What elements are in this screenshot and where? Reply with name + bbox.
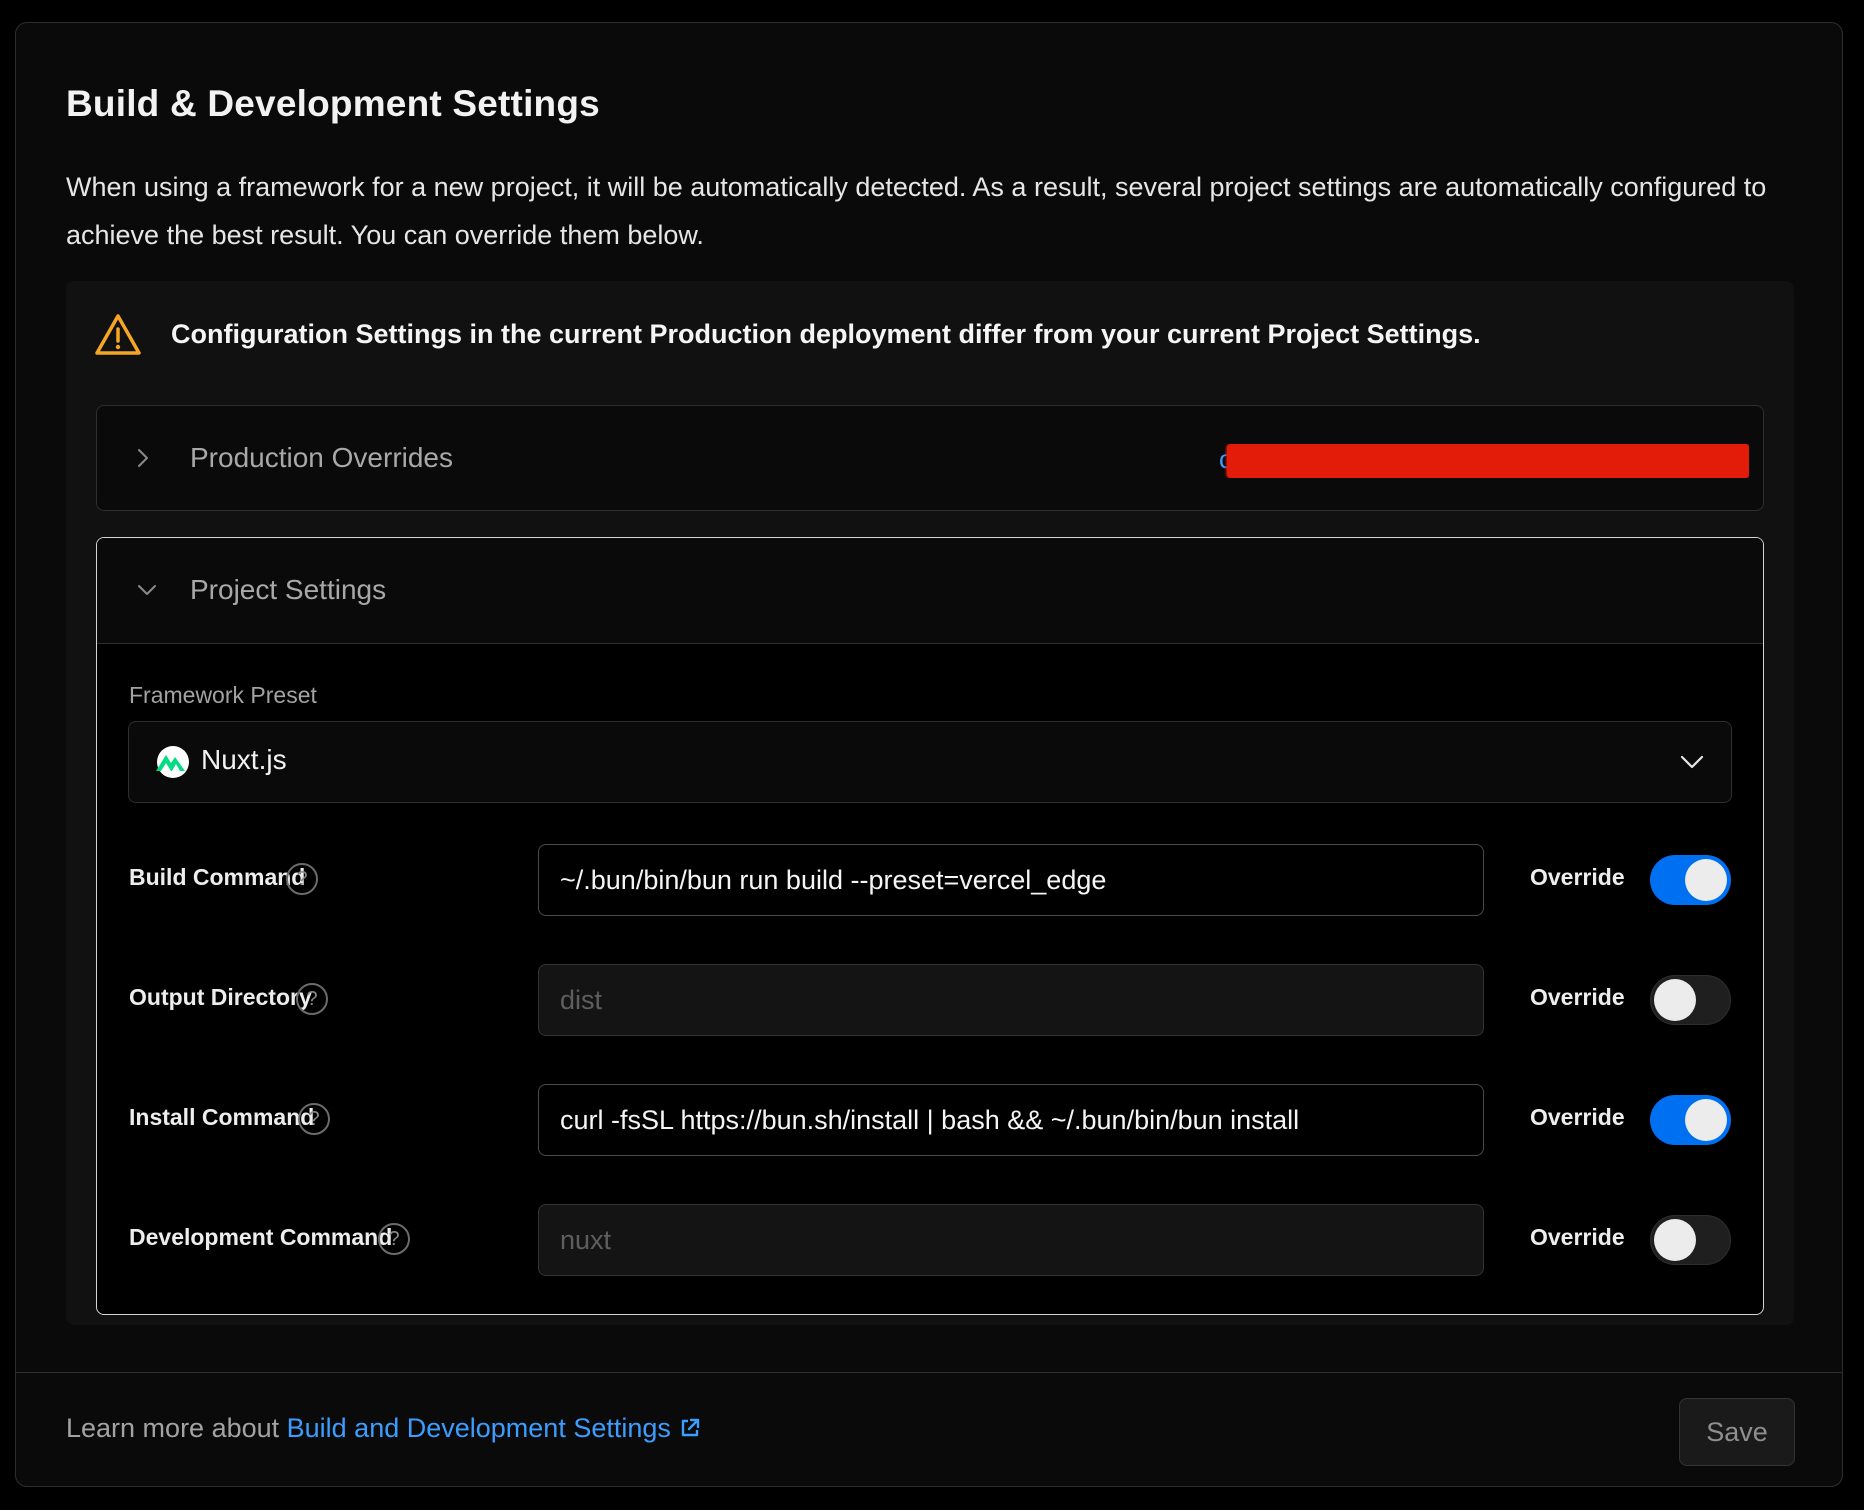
help-icon[interactable]: ? [296, 983, 328, 1015]
override-label: Override [1530, 984, 1625, 1010]
help-icon[interactable]: ? [298, 1103, 330, 1135]
toggle-knob [1685, 1099, 1727, 1141]
project-settings-accordion: Project Settings Framework Preset Nuxt.j… [96, 537, 1764, 1315]
warning-message: Configuration Settings in the current Pr… [171, 319, 1481, 349]
build-command-override-toggle[interactable] [1650, 855, 1731, 905]
chevron-down-icon [138, 585, 156, 595]
install-command-override-toggle[interactable] [1650, 1095, 1731, 1145]
toggle-knob [1654, 979, 1696, 1021]
install-command-row: Install Command ? curl -fsSL https://bun… [97, 1084, 1763, 1156]
nuxt-logo-icon [156, 746, 189, 778]
framework-preset-label: Framework Preset [129, 682, 317, 708]
chevron-down-icon [1680, 755, 1704, 769]
build-command-row: Build Command ? ~/.bun/bin/bun run build… [97, 844, 1763, 916]
production-overrides-label: Production Overrides [190, 442, 454, 473]
save-button[interactable]: Save [1679, 1398, 1795, 1466]
settings-panel: Configuration Settings in the current Pr… [66, 281, 1794, 1325]
page-title: Build & Development Settings [66, 83, 600, 124]
output-directory-row: Output Directory ? dist Override [97, 964, 1763, 1036]
production-overrides-accordion[interactable]: Production Overrides c [96, 405, 1764, 511]
framework-preset-value: Nuxt.js [201, 744, 287, 775]
development-command-row: Development Command ? nuxt Override [97, 1204, 1763, 1276]
help-icon[interactable]: ? [286, 863, 318, 895]
docs-link[interactable]: Build and Development Settings [287, 1413, 701, 1443]
framework-preset-select[interactable]: Nuxt.js [128, 721, 1732, 803]
override-label: Override [1530, 1224, 1625, 1250]
settings-card: Build & Development Settings When using … [15, 22, 1843, 1487]
project-settings-label: Project Settings [190, 574, 387, 605]
development-command-label: Development Command [129, 1224, 393, 1250]
output-directory-input[interactable]: dist [538, 964, 1484, 1036]
toggle-knob [1654, 1219, 1696, 1261]
docs-link-text: Build and Development Settings [286, 1413, 671, 1443]
redaction-mark [1227, 444, 1749, 478]
help-icon[interactable]: ? [378, 1223, 410, 1255]
install-command-input[interactable]: curl -fsSL https://bun.sh/install | bash… [538, 1084, 1484, 1156]
override-label: Override [1530, 1104, 1625, 1130]
footer-learn-more: Learn more about Build and Development S… [66, 1413, 701, 1444]
output-directory-label: Output Directory [129, 984, 312, 1010]
deployment-link[interactable]: c [1219, 444, 1749, 478]
build-command-label: Build Command [129, 864, 306, 890]
toggle-knob [1685, 859, 1727, 901]
output-directory-override-toggle[interactable] [1650, 975, 1731, 1025]
override-label: Override [1530, 864, 1625, 890]
project-settings-header[interactable]: Project Settings [97, 538, 1763, 644]
settings-description: When using a framework for a new project… [66, 172, 1767, 250]
warning-triangle-icon [95, 314, 141, 355]
chevron-right-icon [138, 449, 148, 467]
footer-prefix: Learn more about [66, 1413, 287, 1443]
development-command-override-toggle[interactable] [1650, 1215, 1731, 1265]
footer-divider [16, 1372, 1842, 1373]
external-link-icon [681, 1418, 700, 1437]
development-command-input[interactable]: nuxt [538, 1204, 1484, 1276]
install-command-label: Install Command [129, 1104, 315, 1130]
build-command-input[interactable]: ~/.bun/bin/bun run build --preset=vercel… [538, 844, 1484, 916]
